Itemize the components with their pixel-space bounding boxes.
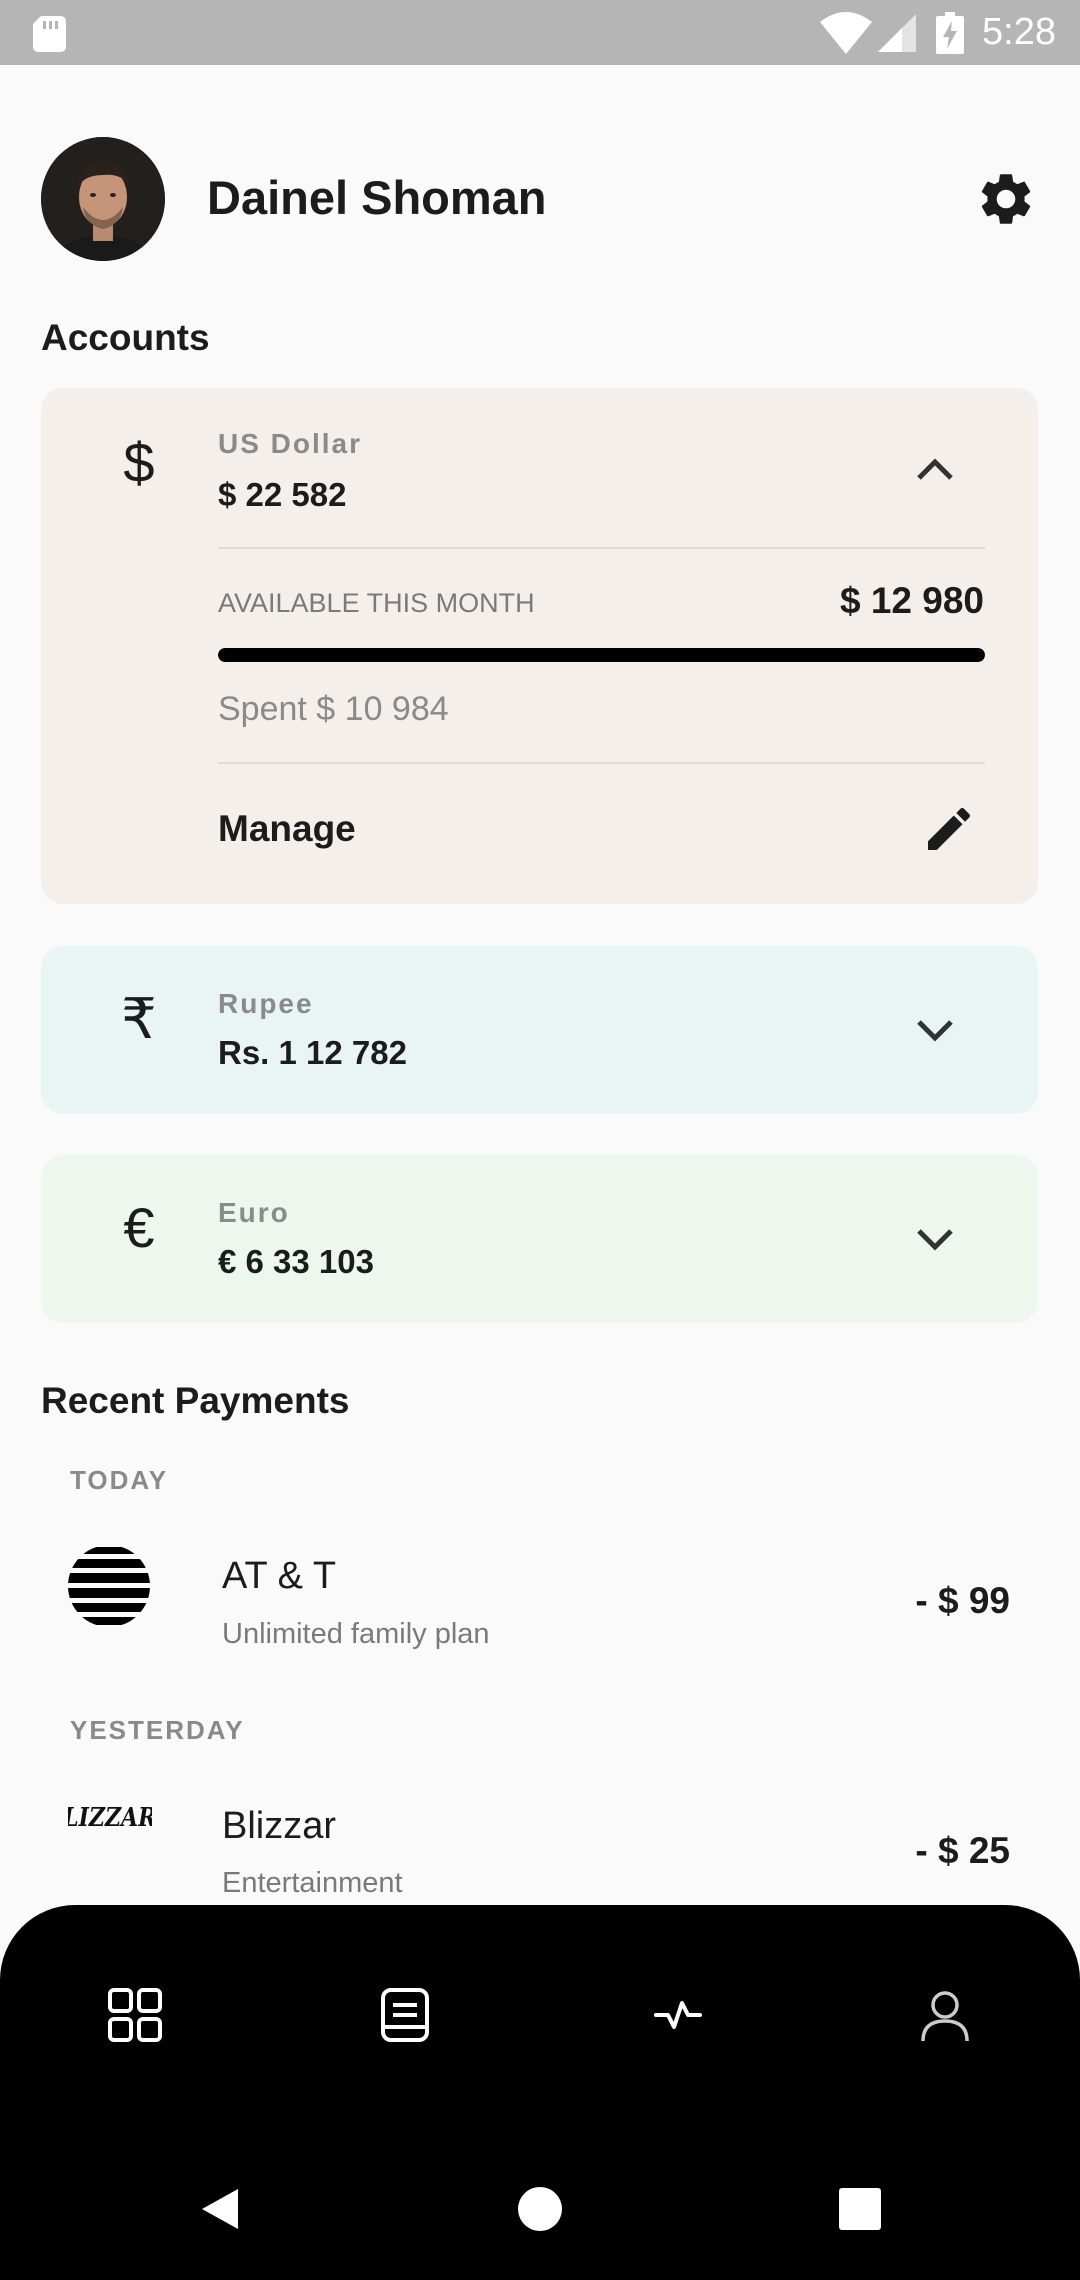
edit-button[interactable] [921,801,977,857]
statement-icon [381,1988,429,2042]
payment-name: AT & T [222,1555,337,1597]
back-icon [202,2189,238,2229]
avatar[interactable] [41,137,165,261]
day-label-today: TODAY [70,1465,169,1495]
blizzard-logo: BLIZZARD [68,1801,152,1833]
chevron-down-icon [917,1229,953,1251]
system-recents-button[interactable] [836,2185,884,2233]
day-label-yesterday: YESTERDAY [70,1715,245,1745]
payment-amount: - $ 25 [915,1830,1010,1871]
manage-button[interactable]: Manage [218,808,356,850]
payment-amount: - $ 99 [915,1580,1010,1621]
accounts-title: Accounts [41,317,210,358]
account-balance: € 6 33 103 [218,1243,374,1280]
nav-profile[interactable] [915,1985,975,2045]
spent-text: Spent $ 10 984 [218,690,449,728]
account-balance: $ 22 582 [218,476,347,513]
available-label: AVAILABLE THIS MONTH [218,588,535,618]
collapse-button[interactable] [911,446,959,494]
euro-icon: € [123,1196,155,1259]
rupee-icon: ₹ [121,987,157,1050]
att-logo [68,1545,150,1627]
divider [218,547,985,549]
system-back-button[interactable] [196,2185,244,2233]
available-amount: $ 12 980 [839,580,984,621]
recent-payments-title: Recent Payments [41,1380,350,1421]
home-icon [518,2187,562,2231]
account-card-eur[interactable]: € Euro € 6 33 103 [41,1155,1038,1323]
divider [218,762,985,764]
payment-description: Unlimited family plan [222,1618,490,1650]
bottom-navigation [0,1905,1080,2280]
avatar-photo [41,137,165,261]
recents-icon [839,2188,881,2230]
clock: 5:28 [982,11,1056,53]
expand-button[interactable] [911,1215,959,1263]
account-card-inr[interactable]: ₹ Rupee Rs. 1 12 782 [41,946,1038,1114]
pencil-icon [928,807,971,850]
account-balance: Rs. 1 12 782 [218,1034,407,1071]
payment-name: Blizzar [222,1805,337,1847]
settings-button[interactable] [975,168,1037,230]
payment-description: Entertainment [222,1867,403,1899]
nav-dashboard[interactable] [105,1985,165,2045]
status-bar: 5:28 [0,0,1080,65]
nav-statements[interactable] [375,1985,435,2045]
profile-icon [921,1991,969,2042]
activity-icon [654,2001,702,2029]
system-home-button[interactable] [516,2185,564,2233]
dashboard-icon [108,1988,162,2042]
account-card-usd[interactable]: $ US Dollar $ 22 582 AVAILABLE THIS MONT… [41,388,1038,904]
chevron-up-icon [917,458,953,480]
battery-charging-icon [936,12,964,54]
account-name: Euro [218,1197,290,1228]
gear-icon [981,174,1031,224]
dollar-icon: $ [123,431,155,494]
sd-card-icon [33,16,66,52]
signal-icon [878,14,916,52]
chevron-down-icon [917,1020,953,1042]
svg-text:BLIZZARD: BLIZZARD [68,1801,152,1833]
nav-activity[interactable] [648,1985,708,2045]
expand-button[interactable] [911,1006,959,1054]
spending-progress-bar [218,648,985,662]
user-name: Dainel Shoman [207,171,547,224]
account-name: US Dollar [218,428,363,459]
wifi-icon [820,12,872,54]
account-name: Rupee [218,988,314,1019]
spending-progress-fill [218,648,985,662]
